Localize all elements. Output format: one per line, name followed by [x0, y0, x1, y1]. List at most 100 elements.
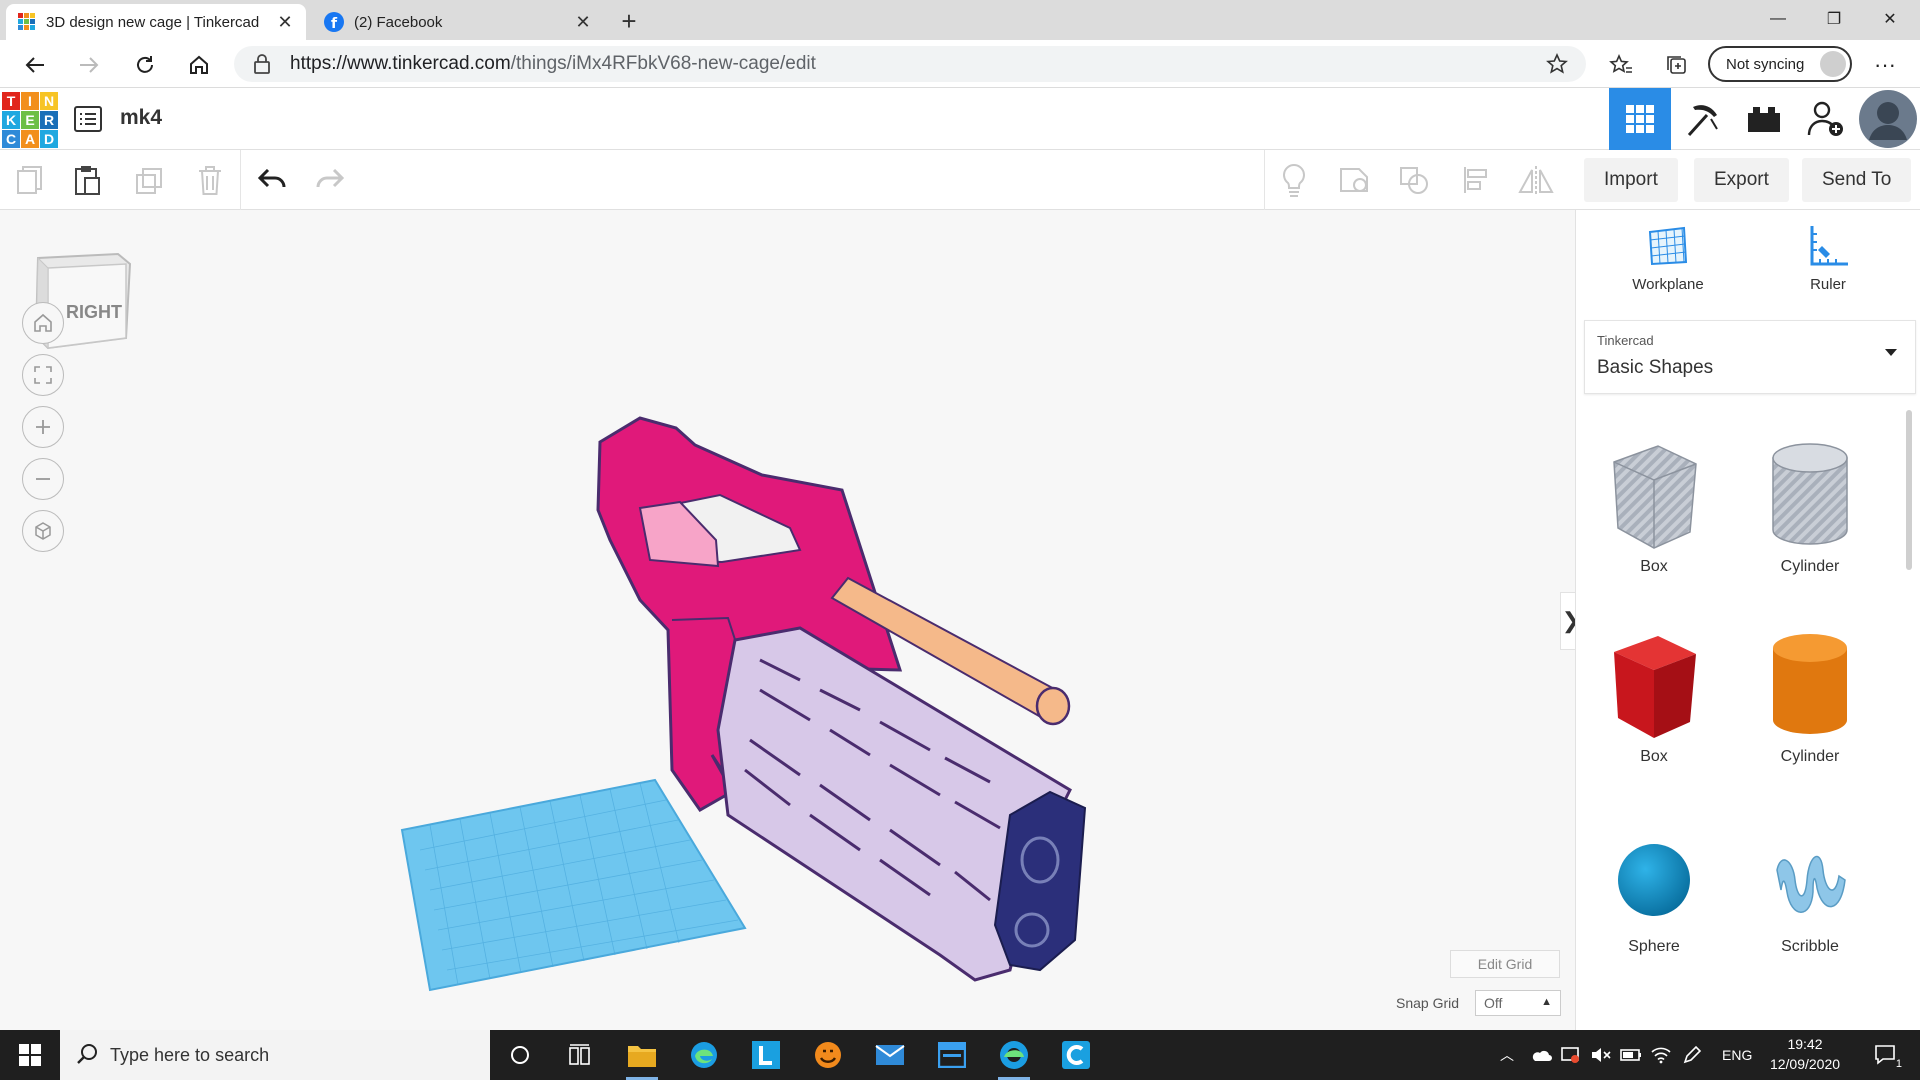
sync-status-button[interactable]: Not syncing [1708, 46, 1852, 82]
snap-grid-select[interactable]: Off ▲ [1475, 990, 1561, 1016]
invite-user-button[interactable] [1795, 88, 1857, 150]
profile-avatar [1820, 51, 1846, 77]
l-app-icon[interactable] [746, 1038, 786, 1072]
shape-library-select[interactable]: Tinkercad Basic Shapes [1584, 320, 1916, 394]
address-bar[interactable]: https://www.tinkercad.com/things/iMx4RFb… [234, 46, 1586, 82]
undo-icon[interactable] [254, 162, 290, 198]
edge-browser-active-icon[interactable] [994, 1038, 1034, 1080]
ruler-tool[interactable]: Ruler [1768, 224, 1888, 293]
security-icon[interactable] [1560, 1030, 1580, 1080]
bricks-view-button[interactable] [1733, 88, 1795, 150]
wifi-icon[interactable] [1650, 1030, 1672, 1080]
onedrive-icon[interactable] [1530, 1030, 1552, 1080]
snap-grid-value: Off [1484, 995, 1503, 1011]
3d-scene[interactable] [0, 210, 1575, 1030]
design-list-icon[interactable] [74, 106, 102, 132]
copy-icon[interactable] [12, 162, 48, 198]
mirror-icon[interactable] [1518, 162, 1554, 198]
window-app-icon[interactable] [932, 1038, 972, 1072]
tab-tinkercad[interactable]: 3D design new cage | Tinkercad ✕ [6, 4, 306, 40]
navy-front-block[interactable] [993, 790, 1087, 972]
c-app-icon[interactable] [1056, 1038, 1096, 1072]
perspective-toggle-button[interactable] [22, 510, 64, 552]
align-icon[interactable] [1458, 162, 1494, 198]
sync-status-label: Not syncing [1726, 55, 1805, 73]
close-icon[interactable]: ✕ [574, 12, 592, 32]
box-solid-icon [1584, 630, 1724, 740]
fit-to-view-icon [33, 365, 53, 385]
home-view-button[interactable] [22, 302, 64, 344]
paste-icon[interactable] [70, 162, 106, 198]
volume-muted-icon[interactable] [1590, 1030, 1612, 1080]
notifications-button[interactable]: 1 [1866, 1030, 1906, 1080]
ungroup-icon[interactable] [1396, 162, 1432, 198]
search-placeholder: Type here to search [110, 1044, 270, 1065]
shape-cylinder-hole[interactable]: Cylinder [1740, 440, 1880, 576]
redo-icon[interactable] [312, 162, 348, 198]
workplane-grid[interactable] [400, 778, 747, 992]
shape-cylinder[interactable]: Cylinder [1740, 630, 1880, 766]
chevron-up-icon: ︿ [1500, 1047, 1514, 1063]
shape-scribble[interactable]: Scribble [1740, 830, 1880, 956]
design-name[interactable]: mk4 [120, 106, 162, 130]
user-avatar-button[interactable] [1857, 88, 1919, 150]
tinkercad-header: T I N K E R C A D mk4 [0, 88, 1920, 150]
shape-box-hole[interactable]: Box [1584, 440, 1724, 576]
workplane-tool[interactable]: Workplane [1608, 224, 1728, 293]
fit-view-button[interactable] [22, 354, 64, 396]
export-button[interactable]: Export [1694, 158, 1789, 202]
group-icon[interactable] [1336, 162, 1372, 198]
maximize-icon[interactable]: ❐ [1806, 0, 1862, 38]
task-view-icon[interactable] [560, 1038, 600, 1072]
plus-icon [33, 417, 53, 437]
clock[interactable]: 19:42 12/09/2020 [1760, 1034, 1850, 1074]
window-close-icon[interactable]: ✕ [1862, 0, 1918, 38]
toolbar-divider [240, 150, 241, 210]
show-hidden-icons[interactable]: ︿ [1500, 1030, 1514, 1080]
3d-viewport[interactable]: RIGHT Edit Grid Snap Grid Off ▲ [0, 210, 1575, 1030]
new-tab-button[interactable]: + [614, 6, 644, 36]
refresh-button[interactable] [128, 48, 162, 82]
home-icon [33, 313, 53, 333]
zoom-in-button[interactable] [22, 406, 64, 448]
blocks-view-button[interactable] [1671, 88, 1733, 150]
start-button[interactable] [0, 1030, 60, 1080]
orange-app-icon[interactable] [808, 1038, 848, 1072]
edit-grid-button[interactable]: Edit Grid [1450, 950, 1560, 978]
language-indicator[interactable]: ENG [1722, 1030, 1752, 1080]
home-button[interactable] [182, 48, 216, 82]
send-to-button[interactable]: Send To [1802, 158, 1912, 202]
lightbulb-icon[interactable] [1276, 162, 1312, 198]
edge-icon[interactable] [684, 1038, 724, 1072]
cortana-icon[interactable] [500, 1038, 540, 1072]
shape-sphere[interactable]: Sphere [1584, 830, 1724, 956]
panel-scrollbar[interactable] [1906, 410, 1912, 570]
shape-box[interactable]: Box [1584, 630, 1724, 766]
back-button[interactable] [18, 48, 52, 82]
ruler-icon [1768, 224, 1888, 268]
close-icon[interactable]: ✕ [276, 12, 294, 32]
shape-label: Sphere [1628, 938, 1680, 955]
duplicate-icon[interactable] [132, 162, 168, 198]
cube-icon [33, 521, 53, 541]
3d-design-view-button[interactable] [1609, 88, 1671, 150]
favorite-star-icon[interactable] [1546, 53, 1568, 75]
zoom-out-button[interactable] [22, 458, 64, 500]
taskbar-search-input[interactable]: Type here to search [60, 1030, 490, 1080]
forward-button[interactable] [72, 48, 106, 82]
tinkercad-logo[interactable]: T I N K E R C A D [2, 92, 58, 148]
file-explorer-icon[interactable] [622, 1038, 662, 1080]
minimize-icon[interactable]: — [1750, 0, 1806, 38]
clock-date: 12/09/2020 [1769, 1056, 1841, 1072]
workplane-icon [1608, 224, 1728, 268]
dropdown-arrow-icon [1885, 349, 1897, 356]
trash-icon[interactable] [192, 162, 228, 198]
battery-icon[interactable] [1620, 1030, 1642, 1080]
collections-icon[interactable] [1660, 48, 1694, 82]
pen-icon[interactable] [1682, 1030, 1702, 1080]
mail-icon[interactable] [870, 1038, 910, 1072]
import-button[interactable]: Import [1584, 158, 1678, 202]
more-menu-icon[interactable]: ··· [1868, 48, 1902, 82]
favorites-icon[interactable] [1604, 48, 1638, 82]
tab-facebook[interactable]: f (2) Facebook ✕ [312, 4, 604, 40]
